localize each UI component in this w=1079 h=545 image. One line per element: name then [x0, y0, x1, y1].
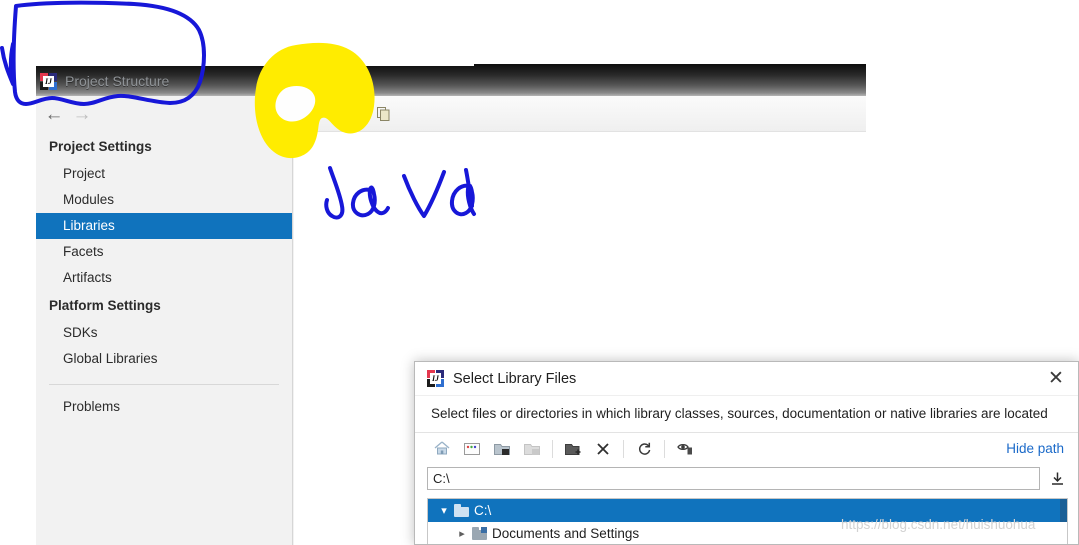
- sidebar-group-project-settings: Project Settings: [49, 139, 152, 154]
- settings-sidebar: Project Settings Project Modules Librari…: [36, 132, 293, 545]
- project-structure-titlebar[interactable]: IJ Project Structure: [36, 66, 866, 96]
- tree-item-label: C:\: [474, 503, 492, 518]
- sidebar-item-problems[interactable]: Problems: [36, 385, 292, 420]
- intellij-idea-icon: IJ: [427, 370, 444, 387]
- navigation-bar: ← →: [36, 96, 293, 132]
- sidebar-item-facets[interactable]: Facets: [36, 239, 292, 265]
- chevron-down-icon[interactable]: ▾: [434, 504, 454, 517]
- download-arrow-icon[interactable]: [1046, 467, 1068, 489]
- tree-scrollbar[interactable]: [1060, 499, 1067, 522]
- arrow-right-icon[interactable]: →: [68, 100, 96, 128]
- hide-path-link[interactable]: Hide path: [1006, 441, 1070, 456]
- intellij-idea-icon: IJ: [40, 72, 57, 90]
- folder-icon: [472, 527, 487, 540]
- path-row: [415, 464, 1078, 492]
- folder-icon: [454, 504, 469, 517]
- module-folder-icon: [517, 436, 547, 462]
- sidebar-item-modules[interactable]: Modules: [36, 187, 292, 213]
- chevron-right-icon[interactable]: ▸: [452, 527, 472, 540]
- desktop-icon[interactable]: [457, 436, 487, 462]
- remove-library-button[interactable]: −: [338, 103, 360, 125]
- new-folder-icon[interactable]: [558, 436, 588, 462]
- toolbar-divider: [623, 439, 624, 458]
- home-icon[interactable]: [427, 436, 457, 462]
- libraries-toolbar: + −: [294, 96, 866, 132]
- delete-icon[interactable]: [588, 436, 618, 462]
- sidebar-item-artifacts[interactable]: Artifacts: [36, 265, 292, 291]
- watermark-text: https://blog.csdn.net/huishuohua: [841, 517, 1036, 532]
- page-title: Project Structure: [65, 73, 170, 89]
- sidebar-item-project[interactable]: Project: [36, 161, 292, 187]
- dialog-titlebar[interactable]: IJ Select Library Files ✕: [415, 362, 1078, 396]
- arrow-left-icon[interactable]: ←: [40, 100, 68, 128]
- copy-icon[interactable]: [372, 103, 394, 125]
- refresh-icon[interactable]: [629, 436, 659, 462]
- sidebar-item-sdks[interactable]: SDKs: [36, 320, 292, 346]
- project-folder-icon[interactable]: [487, 436, 517, 462]
- sidebar-item-libraries[interactable]: Libraries: [36, 213, 292, 239]
- dialog-toolbar: Hide path: [415, 432, 1078, 464]
- close-icon[interactable]: ✕: [1042, 366, 1070, 392]
- toolbar-divider: [664, 439, 665, 458]
- sidebar-item-global-libraries[interactable]: Global Libraries: [36, 346, 292, 372]
- show-hidden-files-icon[interactable]: [670, 436, 700, 462]
- dialog-description: Select files or directories in which lib…: [431, 406, 1048, 421]
- dialog-title: Select Library Files: [453, 370, 577, 387]
- toolbar-divider: [552, 439, 553, 458]
- sidebar-group-platform-settings: Platform Settings: [49, 298, 161, 313]
- tree-item-label: Documents and Settings: [492, 526, 640, 541]
- add-library-button[interactable]: +: [304, 103, 326, 125]
- path-input[interactable]: [427, 466, 1040, 490]
